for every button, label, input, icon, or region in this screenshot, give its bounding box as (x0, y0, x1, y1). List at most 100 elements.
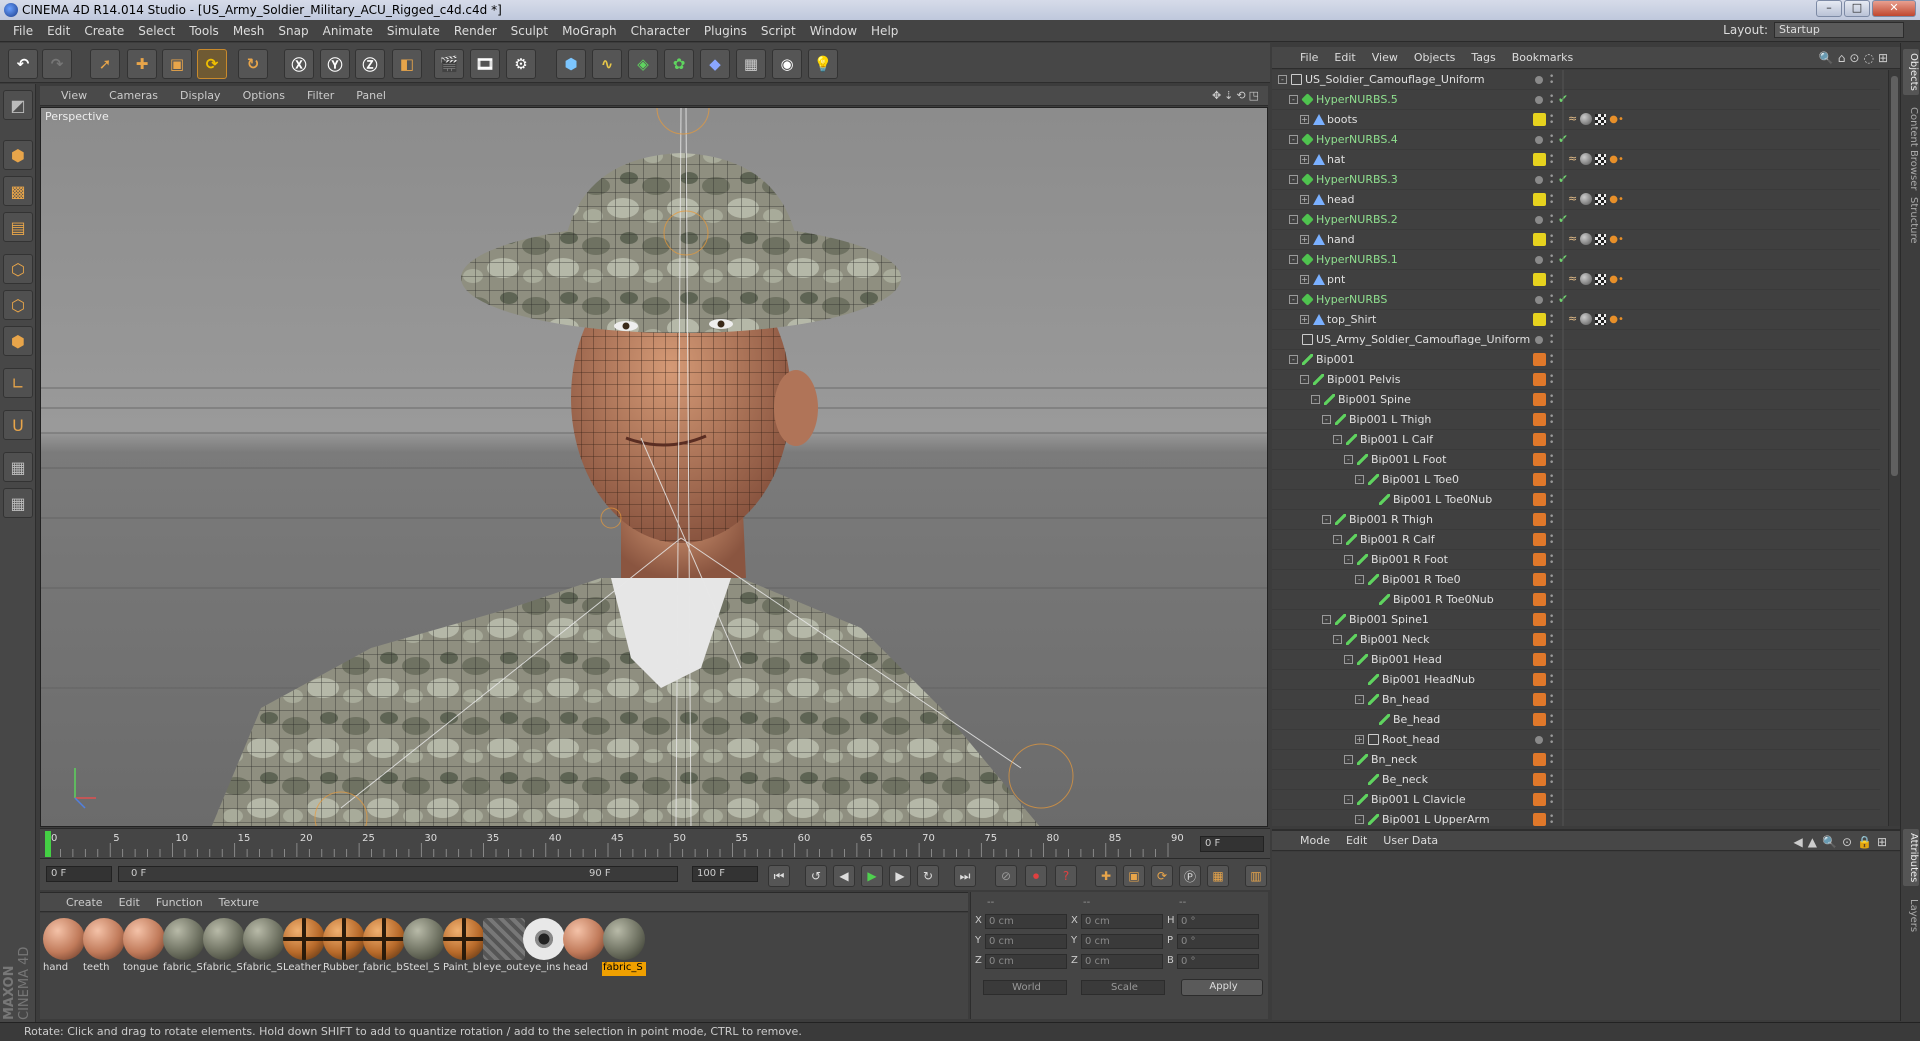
z-axis-lock-button[interactable]: Ⓩ (355, 49, 385, 79)
material-fabric-s[interactable]: fabric_S (162, 918, 206, 980)
visibility-dots-icon[interactable]: • • (1549, 333, 1554, 348)
object-row[interactable]: + Root_head • • (1272, 730, 1880, 750)
layer-color-swatch[interactable] (1533, 613, 1546, 626)
visibility-dots-icon[interactable]: • • (1549, 173, 1554, 188)
tab-attributes[interactable]: Attributes (1903, 829, 1919, 887)
go-to-start-icon[interactable]: ⏮ (768, 865, 790, 887)
visibility-dots-icon[interactable]: • • (1549, 393, 1554, 408)
selection-tag-icon[interactable]: ●• (1609, 154, 1624, 165)
layer-color-swatch[interactable] (1533, 373, 1546, 386)
expand-toggle-icon[interactable]: - (1289, 355, 1298, 364)
key-rotation-icon[interactable]: ⟳ (1151, 865, 1173, 887)
object-row[interactable]: - HyperNURBS.5 • • ✔ (1272, 90, 1880, 110)
visibility-dots-icon[interactable]: • • (1549, 633, 1554, 648)
object-row[interactable]: - Bip001 L Toe0 • • (1272, 470, 1880, 490)
visibility-dots-icon[interactable]: • • (1549, 453, 1554, 468)
visibility-dots-icon[interactable]: • • (1549, 553, 1554, 568)
material-head[interactable]: head (562, 918, 606, 980)
visibility-dots-icon[interactable]: • • (1549, 253, 1554, 268)
polygons-mode-icon[interactable]: ⬢ (3, 326, 33, 356)
previous-key-icon[interactable]: ↺ (805, 865, 827, 887)
coord-value-field[interactable]: 0 ° (1177, 914, 1259, 929)
coordinate-mode-dropdown[interactable]: Scale (1081, 980, 1165, 995)
object-row[interactable]: + head • • ≈ ●• (1272, 190, 1880, 210)
edges-mode-icon[interactable]: ⬡ (3, 290, 33, 320)
expand-toggle-icon[interactable]: - (1344, 455, 1353, 464)
coord-value-field[interactable]: 0 cm (1081, 954, 1163, 969)
expand-toggle-icon[interactable]: + (1300, 275, 1309, 284)
material-tag-icon[interactable] (1580, 273, 1593, 285)
maximize-button[interactable]: □ (1844, 0, 1870, 17)
object-row[interactable]: - HyperNURBS.1 • • ✔ (1272, 250, 1880, 270)
object-menu-objects[interactable]: Objects (1406, 51, 1464, 64)
weight-tag-icon[interactable]: ≈ (1568, 192, 1577, 205)
visibility-dots-icon[interactable]: • • (1549, 773, 1554, 788)
previous-frame-icon[interactable]: ◀ (833, 865, 855, 887)
object-row[interactable]: - Bip001 Spine1 • • (1272, 610, 1880, 630)
expand-toggle-icon[interactable]: - (1344, 795, 1353, 804)
object-row[interactable]: + hand • • ≈ ●• (1272, 230, 1880, 250)
visibility-dots-icon[interactable]: • • (1549, 533, 1554, 548)
viewport-nav-icons[interactable]: ✥⇣⟲◳ (1212, 89, 1262, 102)
layer-color-swatch[interactable] (1533, 513, 1546, 526)
x-axis-lock-button[interactable]: Ⓧ (284, 49, 314, 79)
coord-value-field[interactable]: 0 cm (1081, 914, 1163, 929)
uvw-tag-icon[interactable] (1595, 193, 1607, 205)
tab-objects[interactable]: Objects (1903, 49, 1919, 95)
expand-toggle-icon[interactable]: - (1333, 535, 1342, 544)
viewport-menu-filter[interactable]: Filter (296, 89, 345, 102)
attribute-menu-edit[interactable]: Edit (1338, 834, 1375, 847)
visibility-dots-icon[interactable]: • • (1549, 233, 1554, 248)
attribute-menu-user-data[interactable]: User Data (1375, 834, 1446, 847)
axis-mode-icon[interactable]: ∟ (3, 368, 33, 398)
material-rubber-[interactable]: Rubber_ (322, 918, 366, 980)
play-icon[interactable]: ▶ (861, 865, 883, 887)
layer-color-swatch[interactable] (1533, 773, 1546, 786)
layer-color-swatch[interactable] (1533, 433, 1546, 446)
live-selection-icon[interactable]: ➚ (90, 49, 120, 79)
material-tag-icon[interactable] (1580, 193, 1593, 205)
timeline-ruler[interactable]: 0 5 10 15 20 25 30 35 40 45 50 55 60 65 70 75 80 85 90 0 F (40, 828, 1270, 858)
magnet-icon[interactable]: U (3, 410, 33, 440)
expand-toggle-icon[interactable]: - (1355, 695, 1364, 704)
end-frame-field[interactable]: 100 F (692, 866, 758, 882)
object-menu-edit[interactable]: Edit (1326, 51, 1363, 64)
menu-simulate[interactable]: Simulate (380, 24, 447, 38)
object-row[interactable]: Be_neck • • (1272, 770, 1880, 790)
object-menu-bookmarks[interactable]: Bookmarks (1504, 51, 1581, 64)
viewport-menu-panel[interactable]: Panel (345, 89, 397, 102)
light-icon[interactable]: 💡 (808, 49, 838, 79)
spline-pen-icon[interactable]: ∿ (592, 49, 622, 79)
layer-color-swatch[interactable] (1533, 593, 1546, 606)
object-row[interactable]: - Bip001 R Calf • • (1272, 530, 1880, 550)
y-axis-lock-button[interactable]: Ⓨ (320, 49, 350, 79)
material-teeth[interactable]: teeth (82, 918, 126, 980)
next-key-icon[interactable]: ↻ (917, 865, 939, 887)
visibility-dots-icon[interactable]: • • (1549, 593, 1554, 608)
object-row[interactable]: - HyperNURBS.4 • • ✔ (1272, 130, 1880, 150)
object-menu-tags[interactable]: Tags (1463, 51, 1503, 64)
layer-color-swatch[interactable] (1533, 673, 1546, 686)
layer-color-swatch[interactable] (1535, 736, 1543, 744)
menu-edit[interactable]: Edit (40, 24, 77, 38)
visibility-dots-icon[interactable]: • • (1549, 753, 1554, 768)
model-mode-icon[interactable]: ⬢ (3, 140, 33, 170)
scale-icon[interactable]: ▣ (162, 49, 192, 79)
keyframe-selection-icon[interactable]: ? (1055, 865, 1077, 887)
menu-tools[interactable]: Tools (182, 24, 226, 38)
visibility-dots-icon[interactable]: • • (1549, 193, 1554, 208)
object-row[interactable]: - Bip001 L Clavicle • • (1272, 790, 1880, 810)
selection-tag-icon[interactable]: ●• (1609, 314, 1624, 325)
visibility-dots-icon[interactable]: • • (1549, 133, 1554, 148)
coord-value-field[interactable]: 0 cm (1081, 934, 1163, 949)
expand-toggle-icon[interactable]: - (1289, 215, 1298, 224)
object-manager-tool-icons[interactable]: 🔍⌂⊙◌⊞ (1819, 51, 1892, 65)
expand-toggle-icon[interactable]: + (1300, 115, 1309, 124)
selection-tag-icon[interactable]: ●• (1609, 114, 1624, 125)
material-menu-function[interactable]: Function (148, 896, 211, 909)
expand-toggle-icon[interactable]: - (1355, 575, 1364, 584)
layer-color-swatch[interactable] (1533, 473, 1546, 486)
start-frame-field[interactable]: 0 F (46, 866, 112, 882)
attribute-manager-tool-icons[interactable]: ◀▲🔍⊙🔒⊞ (1794, 835, 1892, 849)
tab-structure[interactable]: Structure (1903, 193, 1919, 248)
